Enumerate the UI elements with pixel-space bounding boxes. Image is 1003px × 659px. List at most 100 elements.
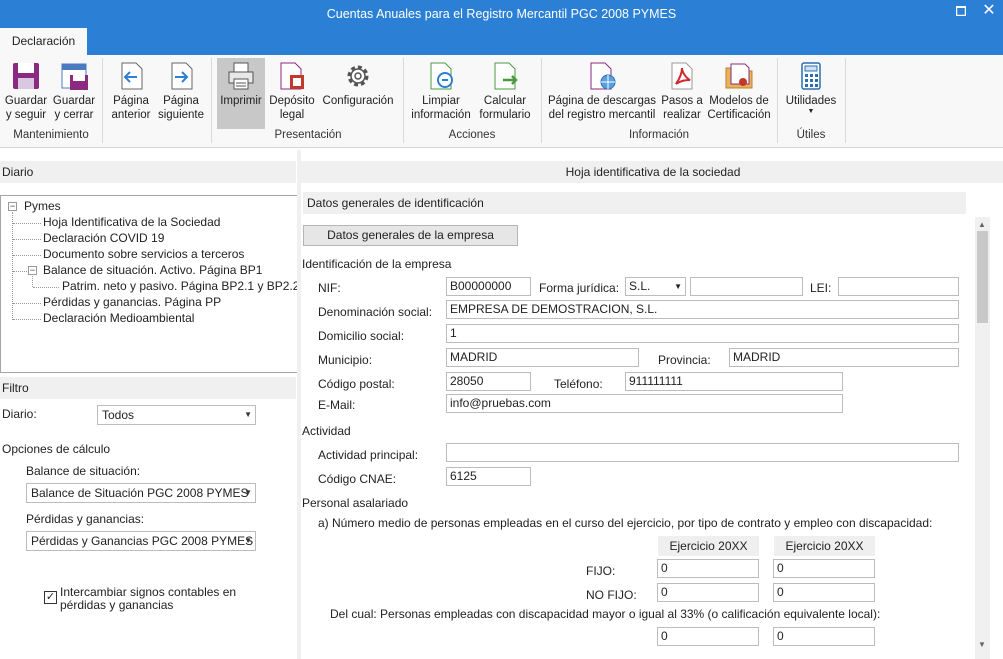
tree-item-balance-activo[interactable]: Balance de situación. Activo. Página BP1 [43,263,262,277]
actividad-label: Actividad [302,424,351,438]
tree-item-servicios-terceros[interactable]: Documento sobre servicios a terceros [43,247,244,261]
pagina-siguiente-button[interactable]: Página siguiente [155,58,207,128]
forma-juridica-label: Forma jurídica: [539,281,620,295]
cnae-field[interactable]: 6125 [446,467,531,486]
tree-item-patrim-neto[interactable]: Patrim. neto y pasivo. Página BP2.1 y BP… [62,279,299,293]
no-fijo-ejercicio-1-field[interactable]: 0 [657,583,759,602]
separator [403,58,404,143]
utilidades-button[interactable]: Utilidades ▼ [783,58,839,128]
fijo-ejercicio-1-field[interactable]: 0 [657,559,759,578]
tree-line [13,255,41,256]
balance-select[interactable]: Balance de Situación PGC 2008 PYMES ▼ [26,483,256,503]
lei-label: LEI: [810,281,832,295]
municipio-field[interactable]: MADRID [446,348,639,367]
limpiar-informacion-button[interactable]: Limpiar información [408,58,474,128]
collapse-icon[interactable]: − [8,202,17,211]
tree-view: − Pymes Hoja Identificativa de la Socied… [0,195,299,373]
separator [211,58,212,143]
ejercicio-2-header: Ejercicio 20XX [774,536,875,556]
discapacidad-ejercicio-2-field[interactable]: 0 [773,627,875,646]
splitter[interactable] [297,150,301,659]
tree-root-pymes[interactable]: Pymes [24,199,61,213]
scroll-up-icon[interactable]: ▲ [978,220,986,229]
collapse-icon[interactable]: − [28,266,37,275]
separator [541,58,542,143]
domicilio-field[interactable]: 1 [446,324,959,343]
page-forward-icon [171,62,193,90]
gear-icon [347,65,369,87]
separator [845,58,846,143]
tree-line [32,276,33,287]
opciones-calculo-label: Opciones de cálculo [2,442,111,456]
chevron-down-icon: ▼ [244,410,252,419]
lei-field[interactable] [838,277,959,296]
modelos-certificacion-button[interactable]: Modelos de Certificación [706,58,772,128]
calculator-icon [801,62,821,90]
tree-item-hoja-identificativa[interactable]: Hoja Identificativa de la Sociedad [43,215,220,229]
scrollbar-thumb[interactable] [977,231,988,323]
telefono-field[interactable]: 911111111 [625,372,843,391]
forma-juridica-select[interactable]: S.L. ▼ [625,277,686,296]
perdidas-select[interactable]: Pérdidas y Ganancias PGC 2008 PYMES ▼ [26,531,256,551]
perdidas-label: Pérdidas y ganancias: [26,512,145,526]
guardar-seguir-button[interactable]: Guardar y seguir [3,58,49,128]
discapacidad-label: Del cual: Personas empleadas con discapa… [330,607,881,621]
separator [777,58,778,143]
calcular-formulario-button[interactable]: Calcular formulario [475,58,535,128]
personal-a-label: a) Número medio de personas empleadas en… [318,516,933,530]
fijo-ejercicio-2-field[interactable]: 0 [773,559,875,578]
imprimir-button[interactable]: Imprimir [217,58,265,129]
codigo-postal-label: Código postal: [318,377,395,391]
balance-label: Balance de situación: [26,464,141,478]
intercambiar-checkbox[interactable]: ✓ [44,591,57,604]
vertical-scrollbar[interactable]: ▲ ▼ [975,217,990,659]
tree-line [13,223,41,224]
provincia-label: Provincia: [658,353,711,367]
ribbon: Guardar y seguir Guardar y cerrar Manten… [0,55,1003,148]
maximize-icon[interactable] [950,0,972,22]
email-field[interactable]: info@pruebas.com [446,394,843,413]
calculate-icon [494,62,518,90]
legal-deposit-icon [280,62,304,90]
tree-item-covid[interactable]: Declaración COVID 19 [43,231,164,245]
fijo-label: FIJO: [586,564,616,578]
web-page-icon [590,62,616,90]
configuracion-button[interactable]: Configuración [320,58,396,128]
datos-empresa-button[interactable]: Datos generales de la empresa [303,225,518,246]
title-bar: Cuentas Anuales para el Registro Mercant… [0,0,1003,28]
scroll-down-icon[interactable]: ▼ [978,640,986,649]
tree-line [13,319,41,320]
denominacion-label: Denominación social: [318,305,433,319]
guardar-cerrar-button[interactable]: Guardar y cerrar [50,58,98,128]
group-utiles: Útiles [796,129,826,141]
codigo-postal-field[interactable]: 28050 [446,372,531,391]
tree-item-medioambiental[interactable]: Declaración Medioambiental [43,311,194,325]
provincia-field[interactable]: MADRID [729,348,959,367]
municipio-label: Municipio: [318,353,373,367]
tree-line [13,303,41,304]
pagina-anterior-button[interactable]: Página anterior [107,58,155,128]
tree-item-perdidas-ganancias[interactable]: Pérdidas y ganancias. Página PP [43,295,221,309]
close-icon[interactable]: ✕ [978,0,1000,22]
tab-declaracion[interactable]: Declaración [0,28,87,55]
diario-select[interactable]: Todos ▼ [97,405,256,425]
personal-label: Personal asalariado [302,496,409,510]
separator [102,58,103,143]
filtro-header: Filtro [0,377,296,399]
domicilio-label: Domicilio social: [318,329,405,343]
chevron-down-icon: ▼ [244,488,252,497]
nif-field[interactable]: B00000000 [446,277,531,296]
discapacidad-ejercicio-1-field[interactable]: 0 [657,627,759,646]
tree-line [33,287,59,288]
forma-juridica-text[interactable] [690,277,803,296]
deposito-legal-button[interactable]: Depósito legal [266,58,318,128]
actividad-principal-field[interactable] [446,443,959,462]
pdf-icon [671,62,693,90]
no-fijo-ejercicio-2-field[interactable]: 0 [773,583,875,602]
page-back-icon [121,62,143,90]
identificacion-label: Identificación de la empresa [302,257,452,271]
tree-line [13,239,41,240]
denominacion-field[interactable]: EMPRESA DE DEMOSTRACION, S.L. [446,300,959,319]
pagina-descargas-button[interactable]: Página de descargas del registro mercant… [546,58,658,128]
pasos-realizar-button[interactable]: Pasos a realizar [659,58,705,128]
